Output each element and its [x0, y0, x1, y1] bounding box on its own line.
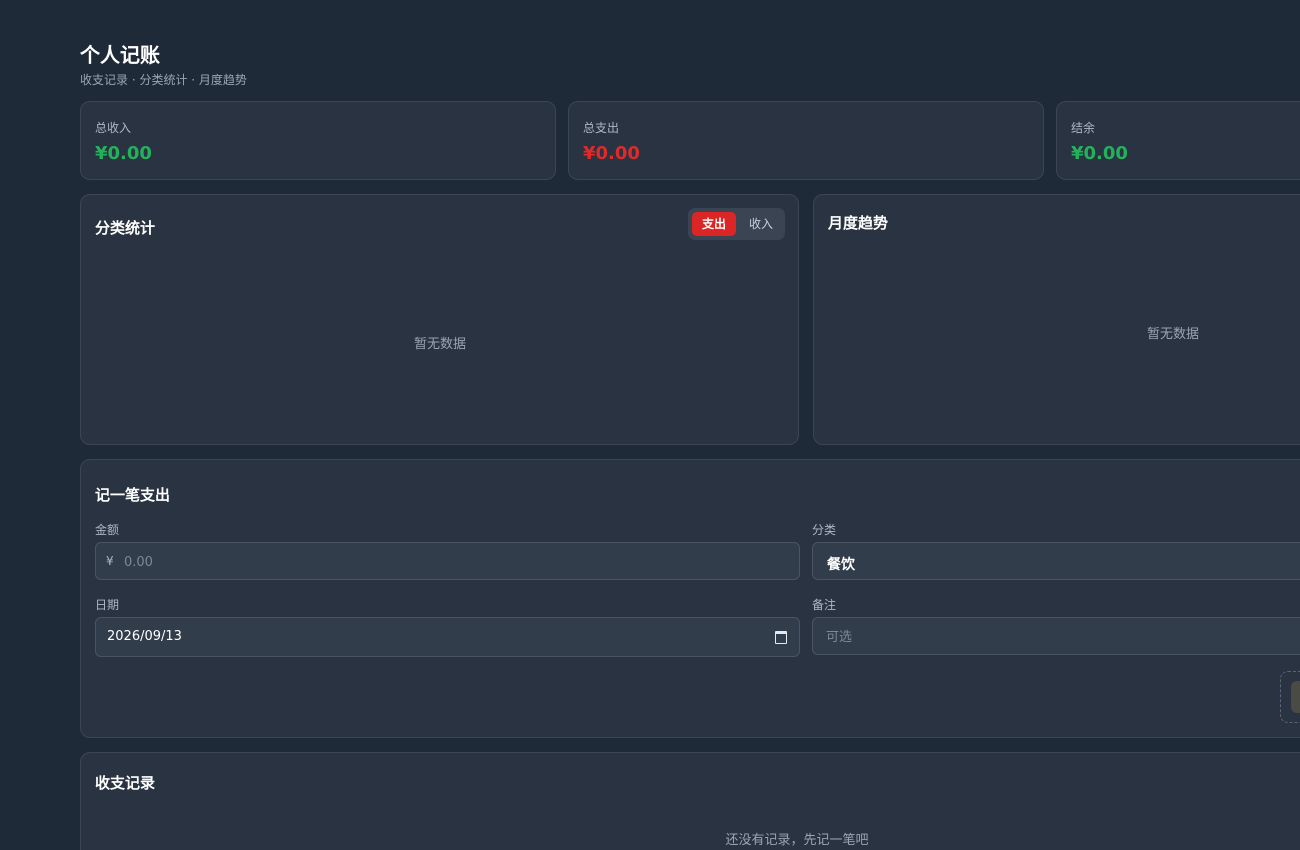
records-title: 收支记录 [95, 774, 156, 792]
toggle-income-button[interactable]: 收入 [740, 212, 782, 236]
expense-income-toggle: 支出 收入 [688, 208, 785, 240]
category-empty-text: 暂无数据 [413, 337, 467, 352]
category-stats-title: 分类统计 [95, 219, 156, 237]
balance-value: ¥0.00 [1071, 143, 1128, 164]
date-value: 2026/09/13 [107, 629, 182, 644]
balance-label: 结余 [1071, 121, 1096, 135]
income-value: ¥0.00 [95, 143, 152, 164]
category-selected-value: 餐饮 [827, 557, 855, 573]
balance-summary-card: 结余 ¥0.00 [1056, 101, 1300, 180]
currency-symbol: ¥ [106, 554, 114, 568]
amount-field: ¥ [95, 542, 800, 581]
expense-summary-card: 总支出 ¥0.00 [568, 101, 1044, 180]
date-label: 日期 [95, 598, 120, 612]
page-header: 个人记账 收支记录 · 分类统计 · 月度趋势 [80, 42, 247, 88]
submit-button-area [1280, 671, 1300, 723]
entry-form-card: 记一笔支出 金额 ¥ 分类 餐饮 日期 2026/09/13 备注 [80, 459, 1300, 738]
monthly-trend-title: 月度趋势 [828, 214, 889, 232]
monthly-trend-card: 月度趋势 暂无数据 [813, 194, 1300, 445]
note-field [812, 617, 1300, 656]
amount-label: 金额 [95, 523, 120, 537]
trend-empty-text: 暂无数据 [1146, 327, 1200, 342]
date-field[interactable]: 2026/09/13 [95, 617, 800, 657]
income-summary-card: 总收入 ¥0.00 [80, 101, 556, 180]
page: 个人记账 收支记录 · 分类统计 · 月度趋势 总收入 ¥0.00 总支出 ¥0… [0, 0, 1300, 850]
calendar-icon[interactable] [775, 631, 787, 644]
expense-value: ¥0.00 [583, 143, 640, 164]
page-title: 个人记账 [80, 43, 160, 67]
note-label: 备注 [812, 598, 837, 612]
records-card: 收支记录 还没有记录，先记一笔吧 [80, 752, 1300, 850]
income-label: 总收入 [95, 121, 132, 135]
toggle-expense-button[interactable]: 支出 [692, 212, 736, 236]
category-select[interactable]: 餐饮 [812, 542, 1300, 580]
category-stats-card: 分类统计 支出 收入 暂无数据 [80, 194, 799, 445]
note-input[interactable] [824, 618, 1298, 656]
amount-input[interactable] [122, 543, 776, 581]
expense-label: 总支出 [583, 121, 620, 135]
page-subtitle: 收支记录 · 分类统计 · 月度趋势 [80, 73, 247, 87]
submit-button[interactable] [1291, 681, 1300, 713]
records-empty-text: 还没有记录，先记一笔吧 [725, 833, 869, 848]
entry-form-title: 记一笔支出 [95, 486, 171, 504]
category-label: 分类 [812, 523, 837, 537]
